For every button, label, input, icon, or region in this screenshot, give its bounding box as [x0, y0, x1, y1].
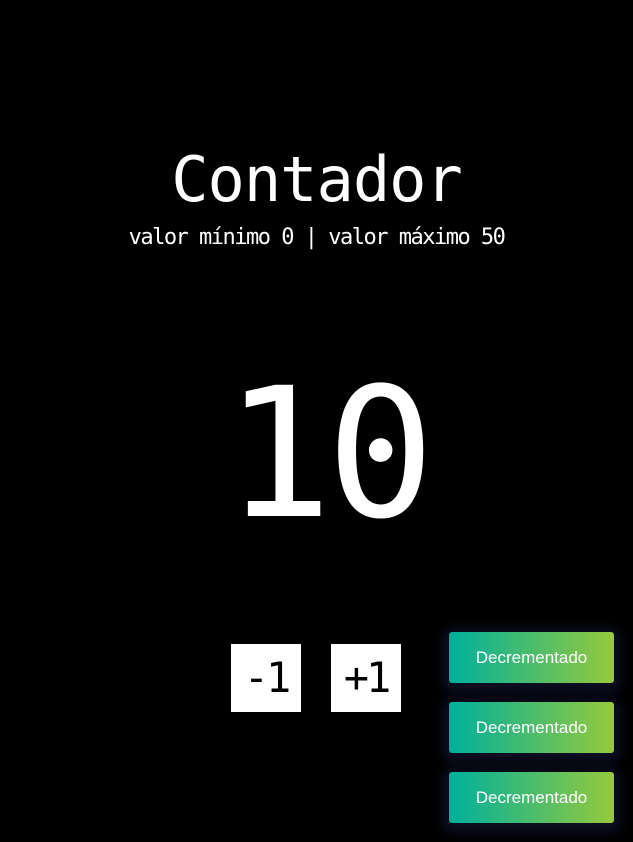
range-subtitle: valor mínimo 0 | valor máximo 50: [128, 225, 506, 250]
toast-notification[interactable]: Decrementado: [449, 772, 614, 823]
counter-value: 10: [224, 350, 435, 559]
toast-notification[interactable]: Decrementado: [449, 632, 614, 683]
page-title: Contador: [171, 143, 463, 216]
toast-notification[interactable]: Decrementado: [449, 702, 614, 753]
decrement-button[interactable]: -1: [231, 644, 301, 712]
increment-button[interactable]: +1: [331, 644, 401, 712]
